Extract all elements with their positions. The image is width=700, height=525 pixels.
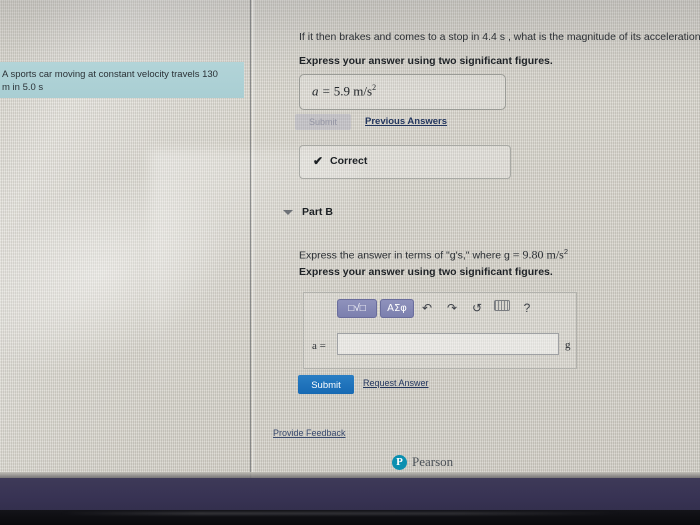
part-b-instruction: Express your answer using two significan…	[299, 266, 553, 278]
math-toolbar: □√□ ΑΣφ ↶ ↷ ↺?	[337, 299, 542, 319]
part-a-answer-var: a =	[312, 83, 331, 99]
part-b-input-label: a =	[312, 340, 326, 352]
desktop-surface: A sports car moving at constant velocity…	[0, 0, 700, 487]
provide-feedback-link[interactable]: Provide Feedback	[273, 428, 346, 438]
undo-icon[interactable]: ↶	[417, 299, 437, 318]
windows-taskbar	[0, 478, 700, 510]
screen-photo: A sports car moving at constant velocity…	[0, 0, 700, 525]
pearson-brand-name: Pearson	[412, 454, 454, 469]
part-a-answer-unit-exponent: 2	[372, 83, 377, 92]
part-b-input-unit: g	[565, 339, 571, 351]
desk-surface	[0, 510, 700, 525]
part-b-prompt-equation: = 9.80 m/s	[512, 247, 564, 262]
part-b-submit-button[interactable]: Submit	[298, 375, 354, 394]
part-a-answer-number: 5.9	[333, 83, 351, 99]
pearson-mark-icon: P	[392, 454, 407, 470]
request-answer-link[interactable]: Request Answer	[363, 378, 429, 388]
part-a-answer-value: a = 5.9 m/s2	[312, 83, 376, 99]
problem-statement-card: A sports car moving at constant velocity…	[0, 62, 244, 98]
part-b-title[interactable]: Part B	[302, 206, 333, 218]
part-b-prompt-exponent: 2	[563, 247, 568, 256]
problem-statement-line-2: m in 5.0 s	[2, 82, 44, 93]
panel-divider	[250, 0, 251, 478]
help-icon[interactable]: ?	[517, 299, 537, 318]
part-a-feedback-label: Correct	[330, 155, 368, 167]
previous-answers-link[interactable]: Previous Answers	[365, 116, 447, 127]
template-math-button[interactable]: □√□	[337, 299, 377, 318]
greek-symbols-button[interactable]: ΑΣφ	[380, 299, 414, 318]
pearson-logo: P Pearson	[392, 454, 453, 470]
part-a-answer-box: a = 5.9 m/s2	[299, 74, 506, 110]
assignment-content: If it then brakes and comes to a stop in…	[255, 0, 700, 478]
part-a-instruction: Express your answer using two significan…	[299, 55, 553, 67]
checkmark-icon: ✔	[313, 154, 324, 168]
part-a-submit-button-disabled: Submit	[295, 114, 351, 130]
problem-statement-line-1: A sports car moving at constant velocity…	[2, 69, 218, 80]
reset-icon[interactable]: ↺	[467, 299, 487, 318]
part-b-answer-input[interactable]	[337, 333, 559, 355]
part-a-answer-unit: m/s	[353, 83, 373, 99]
part-a-question: If it then brakes and comes to a stop in…	[299, 31, 700, 43]
part-b-prompt-prefix: Express the answer in terms of "g's," wh…	[299, 249, 510, 262]
part-b-prompt: Express the answer in terms of "g's," wh…	[299, 247, 568, 263]
redo-icon[interactable]: ↷	[442, 299, 462, 318]
chevron-down-icon[interactable]	[283, 210, 293, 215]
keyboard-icon[interactable]	[492, 299, 512, 318]
